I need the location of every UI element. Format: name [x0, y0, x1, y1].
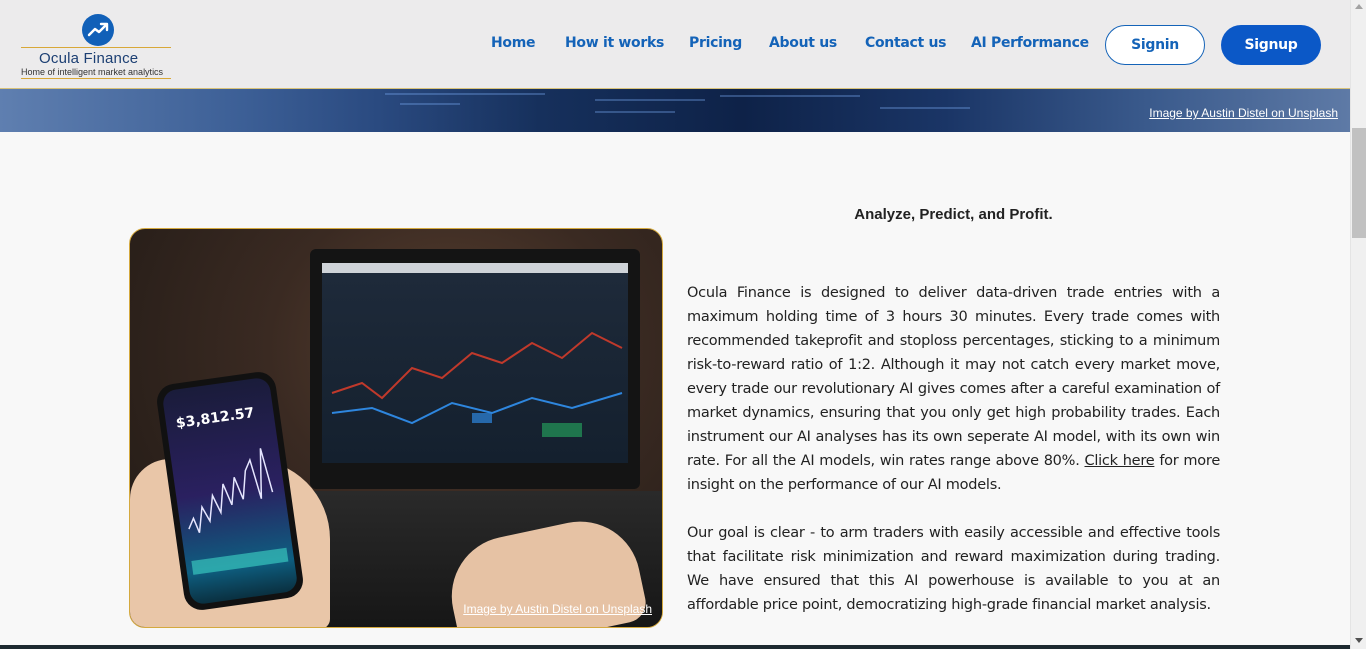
scroll-down-arrow-icon[interactable]: [1355, 638, 1363, 643]
about-paragraph-1-text: Ocula Finance is designed to deliver dat…: [687, 285, 1220, 469]
site-header: Ocula Finance Home of intelligent market…: [0, 0, 1350, 89]
logo[interactable]: Ocula Finance Home of intelligent market…: [21, 13, 173, 79]
laptop-screen: [322, 263, 628, 463]
trading-photo: $3,812.57 Image by Austin Distel on Unsp…: [129, 228, 663, 628]
nav-about-us[interactable]: About us: [769, 35, 837, 51]
nav-how-it-works[interactable]: How it works: [565, 35, 664, 51]
nav-home[interactable]: Home: [491, 35, 536, 51]
hero-screen-line: [385, 93, 545, 95]
section-heading: Analyze, Predict, and Profit.: [854, 206, 1053, 223]
next-section-edge: [0, 645, 1350, 649]
scroll-up-arrow-icon[interactable]: [1355, 4, 1363, 9]
laptop-image: [310, 249, 640, 489]
hero-image: Image by Austin Distel on Unsplash: [0, 89, 1350, 132]
hero-screen-line: [595, 99, 705, 101]
page-scrollbar[interactable]: [1350, 0, 1366, 649]
photo-credit-link[interactable]: Image by Austin Distel on Unsplash: [463, 602, 652, 616]
hero-screen-line: [400, 103, 460, 105]
hero-image-credit-link[interactable]: Image by Austin Distel on Unsplash: [1149, 106, 1338, 120]
trend-up-icon: [82, 14, 114, 46]
signin-button[interactable]: Signin: [1105, 25, 1205, 65]
nav-pricing[interactable]: Pricing: [689, 35, 742, 51]
about-paragraph-2: Our goal is clear - to arm traders with …: [687, 525, 1220, 613]
laptop-chart-graphic: [331, 331, 623, 437]
nav-contact-us[interactable]: Contact us: [865, 35, 946, 51]
about-paragraph-1: Ocula Finance is designed to deliver dat…: [687, 281, 1220, 497]
logo-divider-bottom: [21, 78, 171, 79]
hero-screen-line: [880, 107, 970, 109]
hero-screen-line: [720, 95, 860, 97]
hero-screen-line: [595, 111, 675, 113]
nav-ai-performance[interactable]: AI Performance: [971, 35, 1089, 51]
scrollbar-thumb[interactable]: [1352, 128, 1366, 238]
logo-tagline: Home of intelligent market analytics: [21, 67, 164, 77]
phone-screen: $3,812.57: [161, 376, 299, 606]
signup-button[interactable]: Signup: [1221, 25, 1321, 65]
performance-link[interactable]: Click here: [1084, 453, 1154, 469]
logo-name: Ocula Finance: [39, 50, 139, 67]
logo-divider: [21, 47, 171, 48]
